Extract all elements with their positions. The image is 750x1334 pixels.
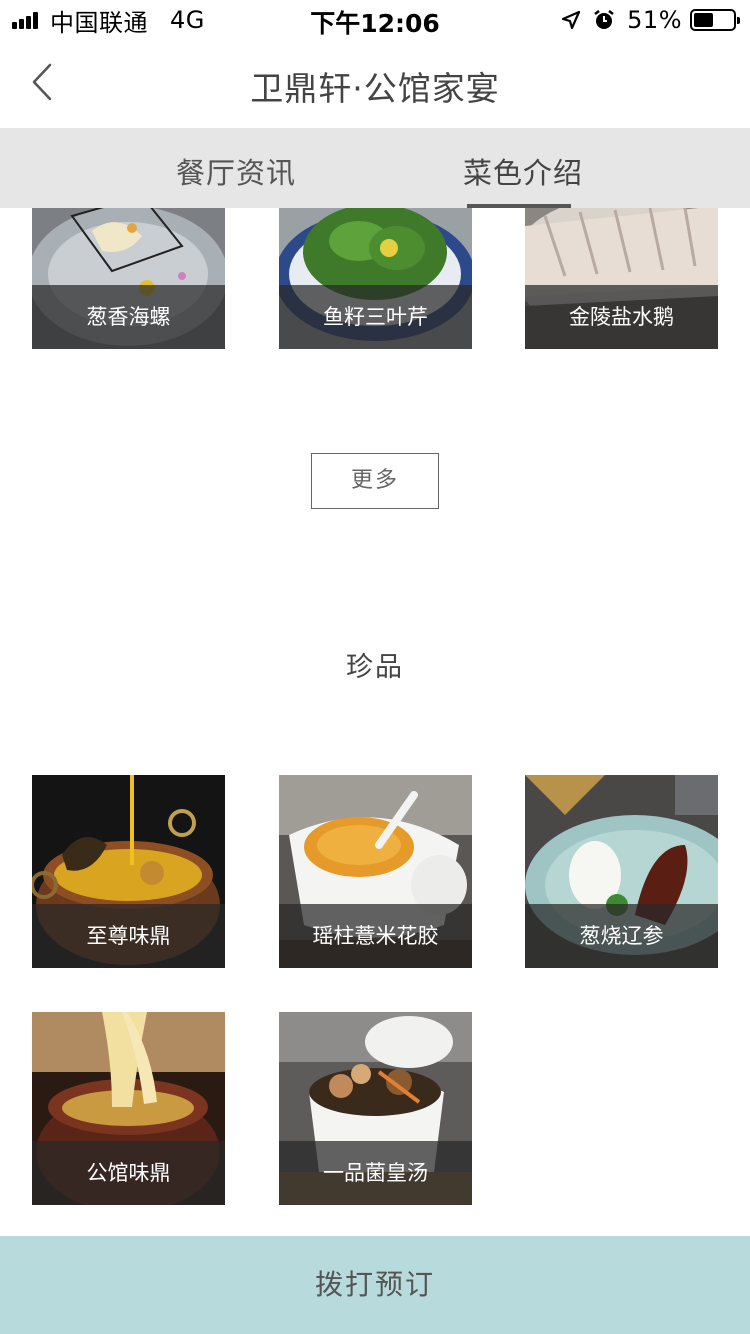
- alarm-clock-icon: [593, 9, 615, 31]
- dish-name: 一品菌皇汤: [323, 1161, 428, 1185]
- dish-card-conch[interactable]: 葱香海螺: [32, 208, 225, 349]
- tab-dish-intro[interactable]: 菜色介绍: [463, 150, 583, 192]
- tab-bar: 餐厅资讯 菜色介绍: [0, 128, 750, 208]
- section-title: 珍品: [346, 652, 404, 683]
- dish-name: 葱烧辽参: [579, 924, 664, 948]
- call-to-book-button[interactable]: 拨打预订: [0, 1236, 750, 1334]
- dish-card-mushroom-soup[interactable]: 一品菌皇汤: [279, 1012, 472, 1205]
- battery-fill: [694, 13, 713, 27]
- dish-card-parsley[interactable]: 鱼籽三叶芹: [279, 208, 472, 349]
- status-bar: 中国联通 4G 下午12:06 51%: [0, 0, 750, 40]
- tab-restaurant-info[interactable]: 餐厅资讯: [176, 150, 296, 192]
- dish-card-sea-cucumber[interactable]: 葱烧辽参: [525, 775, 718, 968]
- battery-percent: 51%: [627, 6, 682, 34]
- dish-name: 鱼籽三叶芹: [323, 305, 428, 329]
- nav-header: 卫鼎轩·公馆家宴: [0, 40, 750, 128]
- dish-name: 葱香海螺: [86, 305, 171, 329]
- status-right: 51%: [561, 6, 740, 34]
- dish-card-supreme-pot[interactable]: 至尊味鼎: [32, 775, 225, 968]
- page-title: 卫鼎轩·公馆家宴: [250, 69, 500, 108]
- battery-icon: [690, 9, 740, 31]
- dish-name: 至尊味鼎: [86, 924, 171, 948]
- dish-card-mansion-pot[interactable]: 公馆味鼎: [32, 1012, 225, 1205]
- location-arrow-icon: [561, 10, 581, 30]
- dish-card-scallop-soup[interactable]: 瑶柱薏米花胶: [279, 775, 472, 968]
- dish-name: 金陵盐水鹅: [569, 305, 674, 329]
- dish-name: 公馆味鼎: [86, 1161, 171, 1185]
- more-button[interactable]: 更多: [311, 453, 439, 509]
- dish-name: 瑶柱薏米花胶: [312, 924, 439, 948]
- dish-card-goose[interactable]: 金陵盐水鹅: [525, 208, 718, 349]
